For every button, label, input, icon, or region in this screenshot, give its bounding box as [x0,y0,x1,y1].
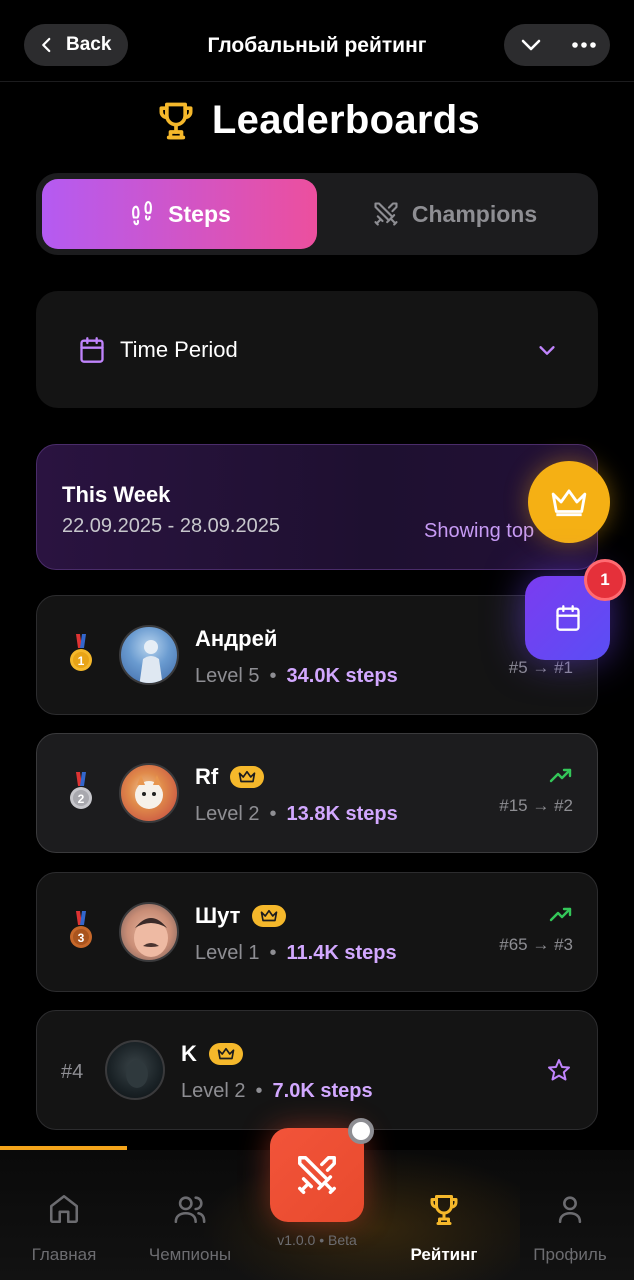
chevron-down-icon [521,39,540,51]
leaderboard-row[interactable]: 2 Rf Level 2 • 13.8K steps #15 → #2 [36,733,598,853]
notification-badge: 1 [584,559,626,601]
leaderboard-row[interactable]: #4 K Level 2 • 7.0K steps [36,1010,598,1130]
rank-label: 1 [78,654,85,668]
top-bar: Back Глобальный рейтинг [0,0,634,82]
week-banner: This Week 22.09.2025 - 28.09.2025 Showin… [36,444,598,570]
premium-badge [208,1043,243,1065]
tab-steps[interactable]: Steps [42,179,317,249]
rank-label: 2 [78,792,85,806]
avatar[interactable] [105,1040,165,1100]
leaderboard-tabs: Steps Champions [36,173,598,255]
player-level: Level 5 [195,665,260,687]
rank-change: #5 → #1 [508,658,573,677]
heading-title: Leaderboards [211,98,481,142]
week-dates: 22.09.2025 - 28.09.2025 [62,515,280,537]
users-icon [174,1196,206,1224]
time-period-select[interactable]: Time Period [36,291,598,408]
player-steps: 34.0K steps [286,665,398,687]
profile-icon [558,1196,582,1224]
player-steps: 13.8K steps [286,803,398,825]
player-name-text: Rf [195,764,219,789]
separator: • [269,942,277,964]
trophy-icon [159,102,193,139]
avatar-image [134,918,168,957]
player-level: Level 2 [181,1080,246,1102]
calendar-icon [555,605,580,631]
tab-steps-label: Steps [168,200,231,227]
player-level: Level 1 [195,942,260,964]
time-period-label: Time Period [120,336,238,362]
player-name: Rf [195,764,265,790]
chevron-down-button[interactable] [511,25,551,65]
avatar-image [126,1060,148,1088]
nav-item-rating[interactable]: Рейтинг [384,1150,504,1280]
status-dot [348,1118,374,1144]
player-meta: Level 2 • 13.8K steps [195,803,398,826]
rank-number: #4 [61,1061,84,1083]
avatar-image [139,640,163,683]
player-meta: Level 1 • 11.4K steps [195,942,397,965]
tab-champions[interactable]: Champions [317,179,592,249]
separator: • [269,665,277,687]
trophy-icon [430,1195,458,1225]
avatar[interactable] [119,902,179,962]
premium-badge [252,905,287,927]
crossed-swords-icon [374,202,398,226]
calendar-icon [80,336,104,363]
player-name: Андрей [195,626,277,652]
player-name-text: K [181,1041,197,1066]
crown-icon [238,770,256,783]
player-name: Шут [195,903,287,929]
footsteps-icon [132,201,153,226]
nav-item-champions[interactable]: Чемпионы [130,1150,250,1280]
crossed-swords-icon [298,1156,336,1194]
rank-label: 3 [78,931,85,945]
player-name: K [181,1041,243,1067]
player-steps: 11.4K steps [286,942,397,964]
showing-top-text: Showing top [424,520,535,542]
avatar-image [135,775,163,809]
trending-up-icon [549,907,572,922]
nav-label: Рейтинг [410,1245,478,1264]
nav-label: Чемпионы [148,1245,232,1264]
star-icon[interactable] [547,1058,571,1082]
more-button[interactable] [564,25,604,65]
leaderboard-row[interactable]: 1 Андрей Level 5 • 34.0K steps #5 → #1 [36,595,598,715]
nav-label: Профиль [533,1245,607,1264]
avatar[interactable] [119,763,179,823]
nav-item-profile[interactable]: Профиль [510,1150,630,1280]
player-level: Level 2 [195,803,260,825]
tab-champions-label: Champions [411,200,538,227]
more-icon [571,42,596,48]
crown-icon [217,1047,235,1060]
version-label: v1.0.0 • Beta [277,1232,357,1248]
avatar[interactable] [119,625,179,685]
player-name-text: Шут [195,903,241,928]
separator: • [269,803,277,825]
leaderboards-heading: Leaderboards [0,98,634,143]
trending-up-icon [549,768,572,783]
battle-center-button[interactable] [270,1128,364,1222]
rank-change: #15 → #2 [499,796,573,815]
player-meta: Level 2 • 7.0K steps [181,1080,373,1103]
crown-fab-button[interactable] [528,461,610,543]
silver-medal-icon: 2 [70,772,92,809]
separator: • [255,1080,263,1102]
nav-label: Главная [31,1245,97,1264]
player-steps: 7.0K steps [272,1080,373,1102]
week-title: This Week [62,482,171,507]
premium-badge [230,766,265,788]
player-name-text: Андрей [195,626,278,651]
top-actions [504,24,610,66]
chevron-down-icon [539,345,555,355]
home-icon [49,1194,79,1224]
nav-item-home[interactable]: Главная [4,1150,124,1280]
leaderboard-row[interactable]: 3 Шут Level 1 • 11.4K steps #65 → #3 [36,872,598,992]
crown-icon [261,909,278,922]
rank-change: #65 → #3 [499,935,573,954]
bronze-medal-icon: 3 [70,911,92,948]
crown-icon [551,489,587,517]
gold-medal-icon: 1 [70,634,92,671]
player-meta: Level 5 • 34.0K steps [195,665,398,688]
